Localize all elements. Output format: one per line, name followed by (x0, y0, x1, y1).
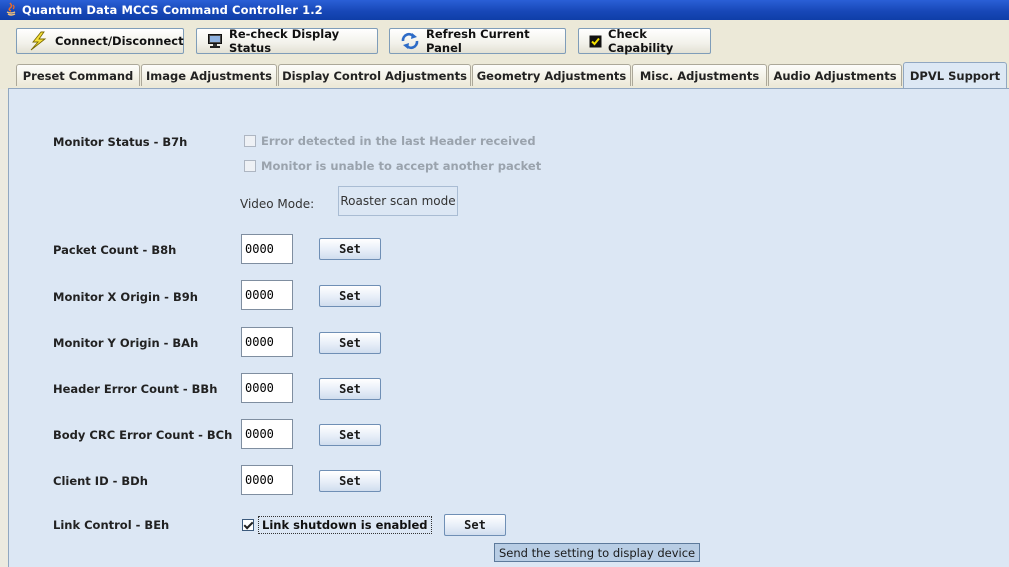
tab-label: Misc. Adjustments (639, 68, 760, 83)
unable-packet-checkbox (244, 160, 256, 172)
client-id-label: Client ID - BDh (53, 474, 148, 488)
tab-geometry-adjustments[interactable]: Geometry Adjustments (472, 64, 631, 86)
checkbox-checked-icon (589, 35, 602, 48)
tab-dpvl-support[interactable]: DPVL Support (903, 62, 1007, 89)
link-shutdown-checkbox[interactable] (242, 518, 254, 531)
video-mode-label: Video Mode: (240, 197, 315, 211)
tab-preset-command[interactable]: Preset Command (16, 64, 140, 86)
monitor-y-origin-input[interactable]: 0000 (241, 327, 293, 357)
header-error-count-input[interactable]: 0000 (241, 373, 293, 403)
toolbar: Connect/Disconnect Re-check Display Stat… (0, 20, 1009, 62)
recheck-display-status-button[interactable]: Re-check Display Status (196, 27, 378, 55)
tab-misc-adjustments[interactable]: Misc. Adjustments (632, 64, 767, 86)
monitor-x-origin-input[interactable]: 0000 (241, 280, 293, 310)
tab-label: Audio Adjustments (773, 68, 897, 83)
error-header-checkbox (244, 135, 256, 147)
check-capability-button[interactable]: Check Capability (578, 27, 711, 55)
refresh-icon (400, 32, 420, 50)
error-header-label: Error detected in the last Header receiv… (261, 134, 536, 148)
monitor-status-label: Monitor Status - B7h (53, 135, 188, 149)
client-id-input[interactable]: 0000 (241, 465, 293, 495)
error-header-checkbox-row: Error detected in the last Header receiv… (244, 134, 536, 148)
tab-label: Preset Command (22, 68, 134, 83)
client-id-set-button[interactable]: Set (319, 470, 381, 492)
refresh-label: Refresh Current Panel (426, 27, 530, 55)
link-control-set-button[interactable]: Set (444, 514, 506, 536)
connect-disconnect-label: Connect/Disconnect (55, 34, 184, 48)
tab-label: DPVL Support (909, 69, 1001, 83)
tab-display-control-adjustments[interactable]: Display Control Adjustments (278, 64, 471, 86)
set-tooltip: Send the setting to display device (494, 543, 701, 562)
recheck-label: Re-check Display Status (229, 27, 340, 55)
dpvl-support-panel: Monitor Status - B7h Error detected in t… (8, 89, 1009, 567)
refresh-current-panel-button[interactable]: Refresh Current Panel (389, 27, 566, 55)
header-error-count-set-button[interactable]: Set (319, 378, 381, 400)
link-control-label: Link Control - BEh (53, 518, 170, 532)
monitor-y-origin-label: Monitor Y Origin - BAh (53, 336, 199, 350)
monitor-x-origin-label: Monitor X Origin - B9h (53, 290, 198, 304)
body-crc-error-count-input[interactable]: 0000 (241, 419, 293, 449)
tab-audio-adjustments[interactable]: Audio Adjustments (768, 64, 902, 86)
unable-packet-label: Monitor is unable to accept another pack… (261, 159, 542, 173)
tab-label: Geometry Adjustments (476, 68, 627, 83)
packet-count-set-button[interactable]: Set (319, 238, 381, 260)
header-error-count-label: Header Error Count - BBh (53, 382, 218, 396)
packet-count-label: Packet Count - B8h (53, 243, 177, 257)
tab-bar: Preset Command Image Adjustments Display… (0, 61, 1009, 89)
tab-label: Display Control Adjustments (282, 68, 467, 83)
lightning-icon (27, 31, 49, 51)
monitor-y-origin-set-button[interactable]: Set (319, 332, 381, 354)
tab-image-adjustments[interactable]: Image Adjustments (141, 64, 277, 86)
monitor-icon (207, 33, 223, 49)
title-bar: Quantum Data MCCS Command Controller 1.2 (0, 0, 1009, 20)
check-capability-label: Check Capability (608, 27, 674, 55)
unable-packet-checkbox-row: Monitor is unable to accept another pack… (244, 159, 541, 173)
window-title: Quantum Data MCCS Command Controller 1.2 (22, 3, 323, 17)
java-icon (4, 2, 18, 17)
packet-count-input[interactable]: 0000 (241, 234, 293, 264)
link-shutdown-row[interactable]: Link shutdown is enabled (242, 514, 432, 535)
body-crc-error-count-label: Body CRC Error Count - BCh (53, 428, 233, 442)
tab-label: Image Adjustments (146, 68, 272, 83)
monitor-x-origin-set-button[interactable]: Set (319, 285, 381, 307)
connect-disconnect-button[interactable]: Connect/Disconnect (16, 28, 184, 54)
body-crc-error-count-set-button[interactable]: Set (319, 424, 381, 446)
link-shutdown-label: Link shutdown is enabled (258, 515, 432, 534)
video-mode-value: Roaster scan mode (338, 186, 458, 216)
